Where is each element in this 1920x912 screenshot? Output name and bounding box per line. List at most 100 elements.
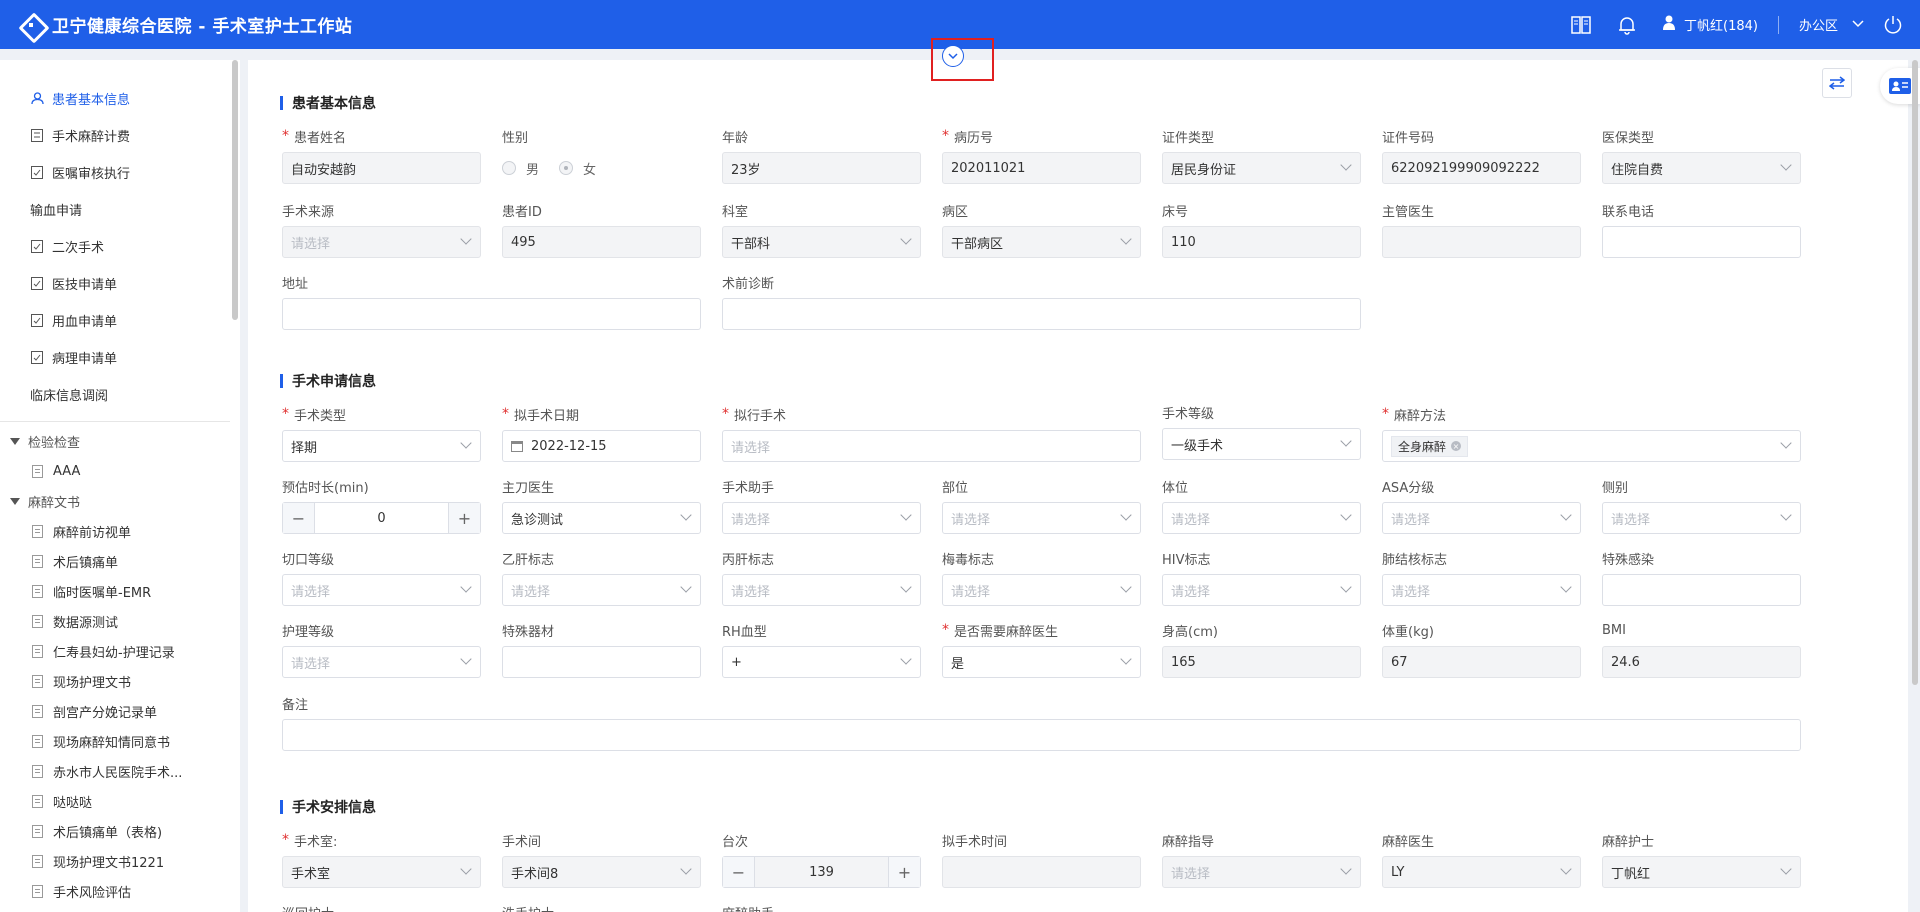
sidebar-scrollbar[interactable] [232,60,238,320]
nav-item-transfusion[interactable]: 输血申请 [0,191,240,228]
assistant-select[interactable]: 请选择 [722,502,921,534]
field-label: 特殊感染 [1602,552,1655,568]
syphilis-select[interactable]: 请选择 [942,574,1141,606]
tree-leaf[interactable]: 麻醉前访视单 [0,516,240,546]
current-user[interactable]: 丁帆红(184) [1662,15,1758,35]
user-avatar-icon [1662,15,1676,35]
doctor-input[interactable] [1382,226,1581,258]
tree-leaf[interactable]: AAA [0,456,240,486]
bmi-input[interactable]: 24.6 [1602,646,1801,678]
tree-leaf[interactable]: 临时医嘱单-EMR [0,576,240,606]
nav-item-patient-info[interactable]: 患者基本信息 [0,80,240,117]
book-icon[interactable] [1570,14,1592,36]
tree-leaf[interactable]: 剖宫产分娩记录单 [0,696,240,726]
need-anes-select[interactable]: 是 [942,646,1141,678]
record-no-input[interactable]: 202011021 [942,152,1141,184]
nav-label: 医技申请单 [52,278,118,293]
op-time-input[interactable] [942,856,1141,888]
increment-button[interactable]: + [448,503,480,533]
tree-group-exam[interactable]: 检验检查 [0,426,240,456]
power-icon[interactable] [1882,14,1904,36]
main-scrollbar[interactable] [1912,60,1918,685]
office-selector[interactable]: 办公区 [1799,15,1864,34]
patient-name-input[interactable]: 自动安越韵 [282,152,481,184]
increment-button[interactable]: + [888,857,920,887]
tree-leaf[interactable]: 现场麻醉知情同意书 [0,726,240,756]
special-infection-input[interactable] [1602,574,1801,606]
nav-item-pathology[interactable]: 病理申请单 [0,339,240,376]
hcv-select[interactable]: 请选择 [722,574,921,606]
dept-select[interactable]: 干部科 [722,226,921,258]
chevron-down-icon [680,863,692,875]
nav-item-order-review[interactable]: 医嘱审核执行 [0,154,240,191]
field-gender: 性别 男 女 [502,126,701,184]
decrement-button[interactable]: − [723,857,755,887]
weight-input[interactable]: 67 [1382,646,1581,678]
hbv-select[interactable]: 请选择 [502,574,701,606]
tree-leaf[interactable]: 现场护理文书1221 [0,846,240,876]
sequence-stepper[interactable]: − 139 + [722,856,921,888]
incision-select[interactable]: 请选择 [282,574,481,606]
site-select[interactable]: 请选择 [942,502,1141,534]
diagnosis-input[interactable] [722,298,1361,330]
tree-leaf-label: 哒哒哒 [53,795,93,811]
duration-stepper[interactable]: − 0 + [282,502,481,534]
tree-leaf[interactable]: 手术风险评估 [0,876,240,906]
anes-guide-select[interactable]: 请选择 [1162,856,1361,888]
id-no-input[interactable]: 622092199909092222 [1382,152,1581,184]
tree-leaf[interactable]: 现场护理文书 [0,666,240,696]
gender-male-radio[interactable] [502,161,516,175]
input-value: 择期 [291,440,318,456]
document-icon [32,524,43,538]
close-icon[interactable]: × [1451,441,1462,451]
phone-input[interactable] [1602,226,1801,258]
tree-leaf[interactable]: 赤水市人民医院手术... [0,756,240,786]
asa-select[interactable]: 请选择 [1382,502,1581,534]
height-input[interactable]: 165 [1162,646,1361,678]
position-select[interactable]: 请选择 [1162,502,1361,534]
theatre-select[interactable]: 手术间8 [502,856,701,888]
op-date-picker[interactable]: 2022-12-15 [502,430,701,462]
op-level-select[interactable]: 一级手术 [1162,428,1361,460]
nav-item-billing[interactable]: 手术麻醉计费 [0,117,240,154]
field-surgeon: 主刀医生 急诊测试 [502,476,701,534]
tree-leaf[interactable]: 仁寿县妇幼-护理记录 [0,636,240,666]
field-syphilis: 梅毒标志 请选择 [942,548,1141,606]
tree-group-anes-docs[interactable]: 麻醉文书 [0,486,240,516]
id-type-select[interactable]: 居民身份证 [1162,152,1361,184]
op-name-select[interactable]: 请选择 [722,430,1141,462]
insurance-select[interactable]: 住院自费 [1602,152,1801,184]
anes-doctor-select[interactable]: LY [1382,856,1581,888]
ward-select[interactable]: 干部病区 [942,226,1141,258]
nav-item-tech-request[interactable]: 医技申请单 [0,265,240,302]
gender-female-radio[interactable] [559,161,574,175]
tree-leaf[interactable]: 术后镇痛单 [0,546,240,576]
address-input[interactable] [282,298,701,330]
surgeon-select[interactable]: 急诊测试 [502,502,701,534]
age-input[interactable]: 23岁 [722,152,921,184]
equipment-input[interactable] [502,646,701,678]
source-select[interactable]: 请选择 [282,226,481,258]
tree-leaf[interactable]: 数据源测试 [0,606,240,636]
remark-input[interactable] [282,719,1801,751]
tree-leaf[interactable]: 术后镇痛单（表格) [0,816,240,846]
rh-select[interactable]: + [722,646,921,678]
side-select[interactable]: 请选择 [1602,502,1801,534]
patient-id-input[interactable]: 495 [502,226,701,258]
op-type-select[interactable]: 择期 [282,430,481,462]
nav-item-second-op[interactable]: 二次手术 [0,228,240,265]
anes-nurse-select[interactable]: 丁帆红 [1602,856,1801,888]
collapse-toggle-button[interactable] [942,45,964,67]
tb-select[interactable]: 请选择 [1382,574,1581,606]
anes-method-select[interactable]: 全身麻醉 × [1382,430,1801,462]
tree-leaf[interactable]: 哒哒哒 [0,786,240,816]
hiv-select[interactable]: 请选择 [1162,574,1361,606]
bell-icon[interactable] [1616,14,1638,36]
nav-item-clinical-info[interactable]: 临床信息调阅 [0,376,240,413]
op-room-select[interactable]: 手术室 [282,856,481,888]
swap-button[interactable] [1822,68,1852,98]
nursing-level-select[interactable]: 请选择 [282,646,481,678]
nav-item-blood-request[interactable]: 用血申请单 [0,302,240,339]
decrement-button[interactable]: − [283,503,315,533]
bed-input[interactable]: 110 [1162,226,1361,258]
